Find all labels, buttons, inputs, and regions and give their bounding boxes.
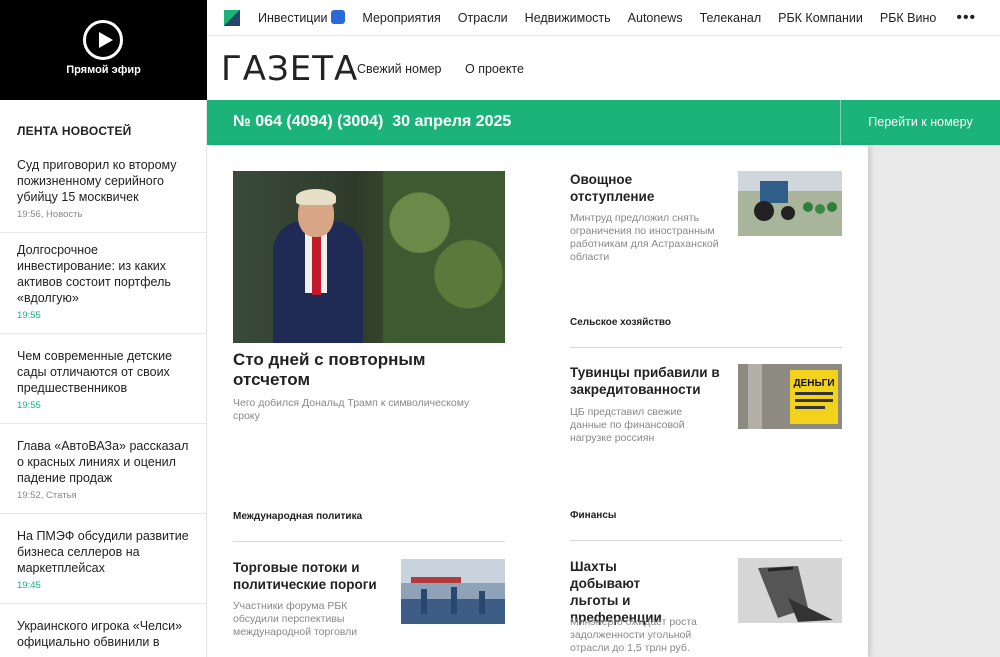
feed-item-title[interactable]: Чем современные детские сады отличаются … bbox=[17, 348, 189, 396]
hair-graphic bbox=[296, 189, 336, 205]
feed-item[interactable]: Чем современные детские сады отличаются … bbox=[0, 334, 206, 424]
article-subtitle: Минтруд предложил снять ограничения по и… bbox=[570, 212, 719, 263]
article-title[interactable]: Тувинцы прибавили в закредитованности bbox=[570, 364, 730, 398]
tie-graphic bbox=[312, 235, 321, 295]
feed-item[interactable]: Глава «АвтоВАЗа» рассказал о красных лин… bbox=[0, 424, 206, 514]
feed-item-meta: 19:45 bbox=[17, 580, 41, 591]
main-article-photo[interactable] bbox=[233, 171, 505, 343]
main-headline[interactable]: Сто дней с повторным отсчетом bbox=[233, 350, 473, 390]
nav-item-industries[interactable]: Отрасли bbox=[458, 11, 508, 25]
feed-item-title[interactable]: Украинского игрока «Челси» официально об… bbox=[17, 618, 189, 650]
about-link[interactable]: О проекте bbox=[465, 62, 524, 76]
nav-item-wine[interactable]: РБК Вино bbox=[880, 11, 936, 25]
gazeta-header: ГАЗЕТА Свежий номер О проекте bbox=[207, 37, 1000, 100]
section-finance[interactable]: Финансы bbox=[570, 510, 616, 521]
live-label: Прямой эфир bbox=[66, 64, 141, 76]
foliage-graphic bbox=[383, 171, 505, 343]
issue-content: Сто дней с повторным отсчетом Чего добил… bbox=[207, 145, 868, 657]
play-icon[interactable] bbox=[83, 20, 123, 60]
article-subtitle: Участники форума РБК обсудили перспектив… bbox=[233, 600, 358, 638]
section-agriculture[interactable]: Сельское хозяйство bbox=[570, 317, 671, 328]
rbc-logo-icon[interactable] bbox=[224, 9, 240, 26]
port-photo[interactable] bbox=[401, 559, 505, 624]
feed-item-title[interactable]: На ПМЭФ обсудили развитие бизнеса селлер… bbox=[17, 528, 189, 576]
issue-bar: № 064 (4094) (3004) 30 апреля 2025 Перей… bbox=[207, 100, 1000, 145]
live-stream-block[interactable]: Прямой эфир bbox=[0, 0, 207, 100]
nav-item-tv[interactable]: Телеканал bbox=[700, 11, 762, 25]
divider bbox=[570, 347, 842, 348]
nav-item-companies[interactable]: РБК Компании bbox=[778, 11, 863, 25]
money-sign-photo[interactable]: ДЕНЬГИ bbox=[738, 364, 842, 429]
feed-item[interactable]: На ПМЭФ обсудили развитие бизнеса селлер… bbox=[0, 514, 206, 604]
more-menu-icon[interactable]: ••• bbox=[956, 9, 976, 27]
news-feed: ЛЕНТА НОВОСТЕЙ Суд приговорил ко второму… bbox=[0, 100, 207, 657]
issue-title: № 064 (4094) (3004) 30 апреля 2025 bbox=[233, 113, 512, 130]
article-title[interactable]: Овощное отступление bbox=[570, 171, 690, 205]
feed-item-meta: 19:55 bbox=[17, 400, 41, 411]
tractor-photo[interactable] bbox=[738, 171, 842, 236]
feed-item-title[interactable]: Суд приговорил ко второму пожизненному с… bbox=[17, 157, 189, 205]
nav-item-autonews[interactable]: Autonews bbox=[628, 11, 683, 25]
nav-item-investments[interactable]: Инвестиции bbox=[258, 10, 346, 25]
nav-item-events[interactable]: Мероприятия bbox=[362, 11, 440, 25]
nav-label: Инвестиции bbox=[258, 11, 328, 25]
main-subtitle: Чего добился Дональд Трамп к символическ… bbox=[233, 397, 470, 422]
article-title[interactable]: Торговые потоки и политические пороги bbox=[233, 559, 393, 593]
divider bbox=[570, 540, 842, 541]
money-sign-text: ДЕНЬГИ bbox=[793, 378, 834, 389]
article-subtitle: Минэнерго ожидает роста задолженности уг… bbox=[570, 616, 697, 654]
feed-title: ЛЕНТА НОВОСТЕЙ bbox=[17, 124, 132, 138]
fresh-issue-link[interactable]: Свежий номер bbox=[357, 62, 442, 76]
investments-badge-icon bbox=[331, 10, 346, 24]
divider bbox=[233, 541, 505, 542]
background-area bbox=[868, 145, 1000, 657]
feed-item[interactable]: Суд приговорил ко второму пожизненному с… bbox=[0, 148, 206, 233]
article-subtitle: ЦБ представил свежие данные по финансово… bbox=[570, 406, 685, 444]
goto-issue-button[interactable]: Перейти к номеру bbox=[840, 100, 1000, 145]
section-international[interactable]: Международная политика bbox=[233, 511, 362, 522]
feed-item-title[interactable]: Глава «АвтоВАЗа» рассказал о красных лин… bbox=[17, 438, 189, 486]
mine-photo[interactable] bbox=[738, 558, 842, 623]
page-title[interactable]: ГАЗЕТА bbox=[221, 49, 358, 89]
nav-item-realty[interactable]: Недвижимость bbox=[525, 11, 611, 25]
feed-item-meta: 19:55 bbox=[17, 310, 41, 321]
feed-item-title[interactable]: Долгосрочное инвестирование: из каких ак… bbox=[17, 242, 189, 306]
feed-item[interactable]: Украинского игрока «Челси» официально об… bbox=[0, 604, 206, 657]
feed-item-meta: 19:52, Статья bbox=[17, 490, 77, 501]
feed-item[interactable]: Долгосрочное инвестирование: из каких ак… bbox=[0, 233, 206, 334]
feed-item-meta: 19:56, Новость bbox=[17, 209, 83, 220]
top-nav: Инвестиции Мероприятия Отрасли Недвижимо… bbox=[207, 0, 1000, 36]
